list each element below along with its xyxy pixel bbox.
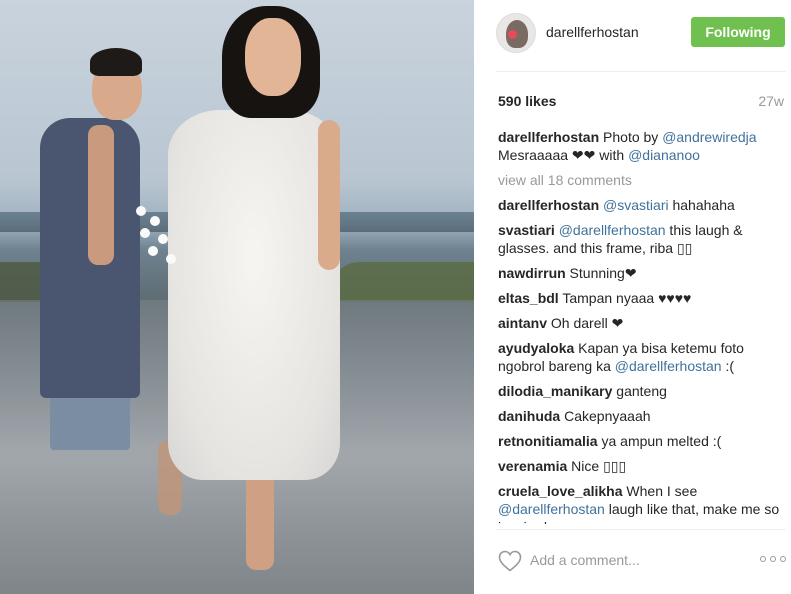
comment-text: hahahaha [668, 197, 735, 213]
comment-row: retnonitiamalia ya ampun melted :( [498, 432, 788, 450]
caption-text: Photo by [599, 129, 663, 145]
photo-woman-face [245, 18, 301, 96]
caption-username[interactable]: darellferhostan [498, 129, 599, 145]
comment-text: Oh darell ❤ [547, 315, 624, 331]
photo-woman-leg-front [246, 470, 274, 570]
dot-icon [760, 556, 766, 562]
comment-row: verenamia Nice ▯▯▯ [498, 457, 788, 475]
comment-row: danihuda Cakepnyaaah [498, 407, 788, 425]
comment-row: nawdirrun Stunning❤ [498, 264, 788, 282]
comment-username[interactable]: svastiari [498, 222, 555, 238]
comment-text: ya ampun melted :( [597, 433, 722, 449]
photo-man-hair [90, 48, 142, 76]
photo-woman-dress [168, 110, 340, 480]
caption-text: Mesraaaaa ❤❤ with [498, 147, 629, 163]
comment-username[interactable]: verenamia [498, 458, 567, 474]
comment-username[interactable]: dilodia_manikary [498, 383, 612, 399]
avatar[interactable] [496, 13, 536, 53]
comment-username[interactable]: darellferhostan [498, 197, 599, 213]
comment-username[interactable]: retnonitiamalia [498, 433, 598, 449]
comment-row: svastiari @darellferhostan this laugh & … [498, 221, 788, 257]
header-divider [496, 71, 786, 72]
comment-username[interactable]: cruela_love_alikha [498, 483, 623, 499]
comment-text: Tampan nyaaa ♥♥♥♥ [558, 290, 692, 306]
heart-icon[interactable] [498, 550, 522, 572]
avatar-accent [508, 30, 517, 39]
post-photo[interactable] [0, 0, 474, 594]
comment-text: Stunning❤ [565, 265, 637, 281]
comment-text: :( [721, 358, 735, 374]
comment-username[interactable]: aintanv [498, 315, 547, 331]
comment-username[interactable]: nawdirrun [498, 265, 566, 281]
comment-mention[interactable]: @darellferhostan [559, 222, 666, 238]
comment-username[interactable]: eltas_bdl [498, 290, 559, 306]
comment-row: aintanv Oh darell ❤ [498, 314, 788, 332]
photo-woman-arm [318, 120, 340, 270]
caption: darellferhostan Photo by @andrewiredja M… [498, 128, 788, 164]
comment-row: dilodia_manikary ganteng [498, 382, 788, 400]
view-all-comments-link[interactable]: view all 18 comments [498, 171, 788, 189]
comment-username[interactable]: ayudyaloka [498, 340, 574, 356]
post-header: darellferhostan Following [474, 0, 791, 72]
post-details-panel: darellferhostan Following 590 likes 27w … [474, 0, 791, 594]
comments-list[interactable]: darellferhostan Photo by @andrewiredja M… [498, 128, 788, 524]
post-age[interactable]: 27w [758, 93, 784, 109]
comment-mention[interactable]: @darellferhostan [498, 501, 605, 517]
comment-row: ayudyaloka Kapan ya bisa ketemu foto ngo… [498, 339, 788, 375]
photo-rocks-right [330, 262, 474, 302]
comment-row: eltas_bdl Tampan nyaaa ♥♥♥♥ [498, 289, 788, 307]
caption-mention[interactable]: @andrewiredja [662, 129, 756, 145]
caption-mention[interactable]: @diananoo [628, 147, 700, 163]
comment-text: Nice ▯▯▯ [567, 458, 627, 474]
dot-icon [780, 556, 786, 562]
comment-mention[interactable]: @darellferhostan [615, 358, 722, 374]
add-comment-input[interactable] [530, 550, 750, 570]
photo-flowers [128, 198, 188, 278]
comment-mention[interactable]: @svastiari [603, 197, 669, 213]
comment-bar [474, 530, 791, 594]
comment-text: ganteng [612, 383, 667, 399]
photo-man-chest [88, 125, 114, 265]
dot-icon [770, 556, 776, 562]
comment-row: cruela_love_alikha When I see @darellfer… [498, 482, 788, 524]
likes-count[interactable]: 590 likes [498, 93, 556, 109]
username-link[interactable]: darellferhostan [546, 24, 639, 40]
more-options-icon[interactable] [760, 556, 786, 564]
comment-username[interactable]: danihuda [498, 408, 560, 424]
comment-text: When I see [622, 483, 698, 499]
comment-row: darellferhostan @svastiari hahahaha [498, 196, 788, 214]
following-button[interactable]: Following [691, 17, 785, 47]
comment-text: Cakepnyaaah [560, 408, 651, 424]
